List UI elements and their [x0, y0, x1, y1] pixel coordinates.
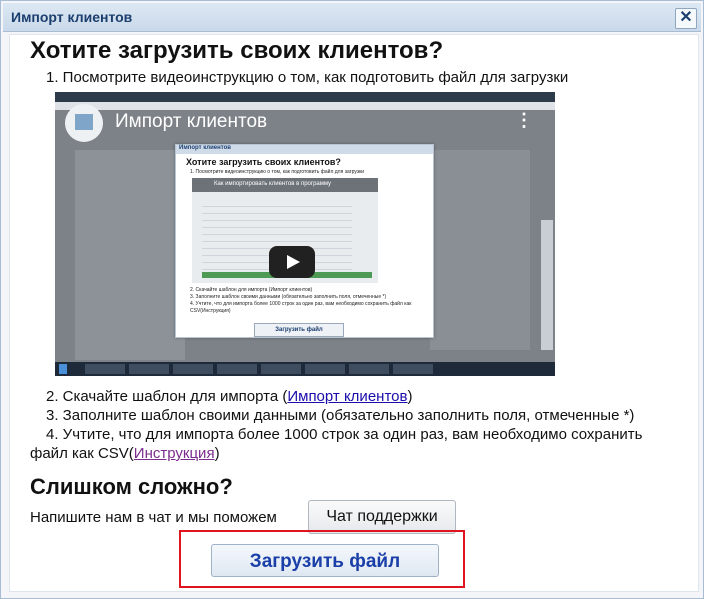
video-browser-urlbar: [55, 102, 555, 110]
dialog-content: Хотите загрузить своих клиентов? 1. Посм…: [9, 34, 699, 592]
channel-avatar[interactable]: [65, 104, 103, 142]
taskbar-item: [173, 364, 213, 374]
video-inner-preview-title: Как импортировать клиентов в программу: [214, 181, 332, 187]
taskbar-item: [349, 364, 389, 374]
video-inner-preview-bar: Как импортировать клиентов в программу: [192, 178, 378, 192]
import-clients-dialog: Импорт клиентов ✕ Хотите загрузить своих…: [0, 0, 704, 599]
step-2-text: 2. Скачайте шаблон для импорта (: [46, 388, 288, 405]
video-side-tabs: [541, 220, 553, 350]
step-4-suffix: ): [214, 445, 220, 462]
csv-instruction-link[interactable]: Инструкция: [134, 445, 215, 462]
windows-start-icon: [59, 364, 67, 374]
video-taskbar: [55, 362, 555, 376]
video-inner-title: Импорт клиентов: [179, 145, 231, 151]
step-1: 1. Посмотрите видеоинструкцию о том, как…: [46, 69, 569, 86]
play-button[interactable]: [269, 246, 315, 278]
support-chat-button[interactable]: Чат поддержки: [308, 500, 456, 534]
video-inner-step-3: 3. Заполните шаблон своими данными (обяз…: [190, 294, 387, 300]
video-right-form: [430, 150, 530, 350]
video-left-form: [75, 150, 185, 360]
video-inner-heading: Хотите загрузить своих клиентов?: [186, 157, 341, 167]
taskbar-item: [393, 364, 433, 374]
video-inner-step-1: 1. Посмотрите видеоинструкцию о том, как…: [190, 169, 365, 175]
taskbar-item: [129, 364, 169, 374]
dialog-title: Импорт клиентов: [11, 9, 133, 25]
taskbar-item: [305, 364, 345, 374]
step-3: 3. Заполните шаблон своими данными (обяз…: [46, 407, 635, 424]
video-browser-topbar: [55, 92, 555, 102]
import-template-link[interactable]: Импорт клиентов: [287, 388, 407, 405]
taskbar-item: [217, 364, 257, 374]
video-inner-dialog: Импорт клиентов Хотите загрузить своих к…: [175, 144, 434, 338]
dialog-titlebar[interactable]: Импорт клиентов ✕: [3, 3, 701, 32]
taskbar-item: [261, 364, 301, 374]
help-text: Напишите нам в чат и мы поможем: [30, 509, 277, 526]
video-inner-step-2: 2. Скачайте шаблон для импорта (Импорт к…: [190, 287, 313, 293]
play-icon: [287, 255, 300, 269]
step-4-line-2: файл как CSV(Инструкция): [30, 444, 220, 463]
video-inner-steps: 2. Скачайте шаблон для импорта (Импорт к…: [190, 287, 425, 315]
help-heading: Слишком сложно?: [30, 474, 233, 499]
taskbar-item: [85, 364, 125, 374]
close-button[interactable]: ✕: [675, 8, 697, 29]
step-4-line-1: 4. Учтите, что для импорта более 1000 ст…: [46, 426, 643, 443]
step-4-text: файл как CSV(: [30, 445, 134, 462]
more-options-icon[interactable]: ⋮: [515, 110, 533, 130]
step-2-suffix: ): [407, 388, 413, 405]
video-inner-upload-button: Загрузить файл: [254, 323, 344, 337]
video-title[interactable]: Импорт клиентов: [115, 111, 267, 133]
upload-file-button[interactable]: Загрузить файл: [211, 544, 439, 577]
step-2: 2. Скачайте шаблон для импорта (Импорт к…: [46, 387, 412, 406]
video-inner-titlebar: Импорт клиентов: [176, 145, 433, 154]
close-icon: ✕: [679, 9, 693, 26]
video-inner-step-4: 4. Учтите, что для импорта более 1000 ст…: [190, 301, 412, 314]
video-player[interactable]: Импорт клиентов ⋮ Импорт клиентов Хотите…: [55, 92, 555, 376]
channel-logo-icon: [75, 114, 93, 130]
page-title: Хотите загрузить своих клиентов?: [30, 37, 444, 64]
